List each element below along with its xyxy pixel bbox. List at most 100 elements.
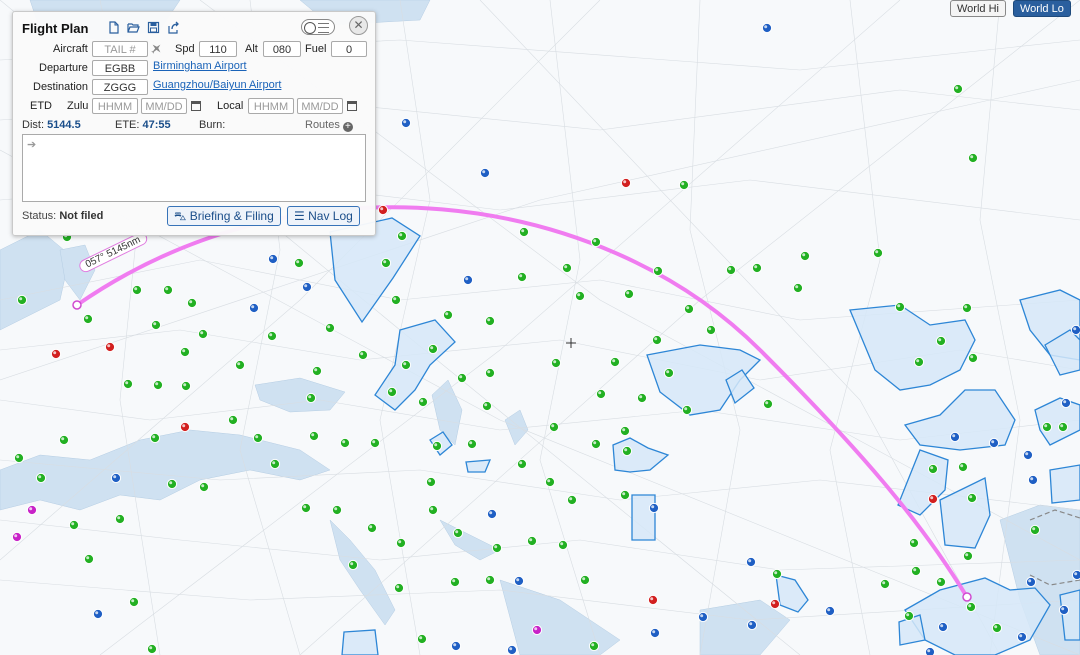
airport-marker[interactable] bbox=[1070, 324, 1080, 336]
airport-marker[interactable] bbox=[579, 574, 591, 586]
airport-marker[interactable] bbox=[357, 349, 369, 361]
airport-marker[interactable] bbox=[68, 519, 80, 531]
airport-marker[interactable] bbox=[311, 365, 323, 377]
airport-marker[interactable] bbox=[595, 388, 607, 400]
airport-marker[interactable] bbox=[427, 504, 439, 516]
airport-marker[interactable] bbox=[466, 438, 478, 450]
airport-marker[interactable] bbox=[400, 359, 412, 371]
airport-marker[interactable] bbox=[879, 578, 891, 590]
departure-point[interactable] bbox=[72, 300, 82, 310]
airport-marker[interactable] bbox=[636, 392, 648, 404]
save-icon[interactable] bbox=[147, 21, 160, 34]
airport-marker[interactable] bbox=[324, 322, 336, 334]
airport-marker[interactable] bbox=[198, 481, 210, 493]
airport-marker[interactable] bbox=[149, 432, 161, 444]
folder-open-icon[interactable] bbox=[127, 21, 140, 34]
airport-marker[interactable] bbox=[146, 643, 158, 655]
airport-marker[interactable] bbox=[988, 437, 1000, 449]
aircraft-input[interactable]: TAIL # bbox=[92, 41, 148, 57]
airport-marker[interactable] bbox=[366, 522, 378, 534]
airport-marker[interactable] bbox=[548, 421, 560, 433]
airport-marker[interactable] bbox=[150, 319, 162, 331]
routes-button[interactable]: Routes + bbox=[305, 119, 353, 132]
airport-marker[interactable] bbox=[621, 445, 633, 457]
airport-marker[interactable] bbox=[396, 230, 408, 242]
airport-marker[interactable] bbox=[197, 328, 209, 340]
airport-marker[interactable] bbox=[705, 324, 717, 336]
airport-marker[interactable] bbox=[305, 392, 317, 404]
airport-marker[interactable] bbox=[462, 274, 474, 286]
local-time-input[interactable]: HHMM bbox=[248, 98, 294, 114]
airport-marker[interactable] bbox=[1025, 576, 1037, 588]
airport-marker[interactable] bbox=[1057, 421, 1069, 433]
airport-marker[interactable] bbox=[331, 504, 343, 516]
airport-marker[interactable] bbox=[369, 437, 381, 449]
airport-marker[interactable] bbox=[252, 432, 264, 444]
airport-marker[interactable] bbox=[516, 271, 528, 283]
airport-marker[interactable] bbox=[824, 605, 836, 617]
airport-marker[interactable] bbox=[799, 250, 811, 262]
airport-marker[interactable] bbox=[526, 535, 538, 547]
airport-marker[interactable] bbox=[82, 313, 94, 325]
airport-marker[interactable] bbox=[516, 458, 528, 470]
airport-marker[interactable] bbox=[1016, 631, 1028, 643]
airport-marker[interactable] bbox=[481, 400, 493, 412]
airport-marker[interactable] bbox=[620, 177, 632, 189]
airport-marker[interactable] bbox=[937, 621, 949, 633]
airport-marker[interactable] bbox=[652, 265, 664, 277]
airport-marker[interactable] bbox=[965, 601, 977, 613]
airport-marker[interactable] bbox=[908, 537, 920, 549]
airport-marker[interactable] bbox=[619, 489, 631, 501]
airport-marker[interactable] bbox=[506, 644, 518, 655]
airport-marker[interactable] bbox=[745, 556, 757, 568]
airport-marker[interactable] bbox=[619, 425, 631, 437]
airport-marker[interactable] bbox=[681, 404, 693, 416]
airport-marker[interactable] bbox=[927, 493, 939, 505]
airport-marker[interactable] bbox=[957, 461, 969, 473]
airport-marker[interactable] bbox=[761, 22, 773, 34]
airport-marker[interactable] bbox=[427, 343, 439, 355]
airport-marker[interactable] bbox=[227, 414, 239, 426]
airport-marker[interactable] bbox=[16, 294, 28, 306]
airport-marker[interactable] bbox=[35, 472, 47, 484]
airport-marker[interactable] bbox=[966, 492, 978, 504]
airport-marker[interactable] bbox=[484, 367, 496, 379]
airport-marker[interactable] bbox=[1022, 449, 1034, 461]
airport-marker[interactable] bbox=[651, 334, 663, 346]
airport-marker[interactable] bbox=[1060, 397, 1072, 409]
destination-point[interactable] bbox=[962, 592, 972, 602]
airport-marker[interactable] bbox=[590, 236, 602, 248]
airport-marker[interactable] bbox=[574, 290, 586, 302]
airport-marker[interactable] bbox=[962, 550, 974, 562]
airport-marker[interactable] bbox=[417, 396, 429, 408]
airport-marker[interactable] bbox=[590, 438, 602, 450]
airport-marker[interactable] bbox=[872, 247, 884, 259]
airport-marker[interactable] bbox=[683, 303, 695, 315]
share-icon[interactable] bbox=[167, 21, 180, 34]
airport-marker[interactable] bbox=[588, 640, 600, 652]
toggle-switch[interactable] bbox=[301, 19, 335, 35]
airport-marker[interactable] bbox=[550, 357, 562, 369]
airport-marker[interactable] bbox=[110, 472, 122, 484]
airport-marker[interactable] bbox=[162, 284, 174, 296]
airport-marker[interactable] bbox=[991, 622, 1003, 634]
airport-marker[interactable] bbox=[179, 421, 191, 433]
airport-marker[interactable] bbox=[425, 476, 437, 488]
airport-marker[interactable] bbox=[308, 430, 320, 442]
airport-marker[interactable] bbox=[179, 346, 191, 358]
airport-marker[interactable] bbox=[26, 504, 38, 516]
airport-marker[interactable] bbox=[449, 576, 461, 588]
airport-marker[interactable] bbox=[293, 257, 305, 269]
airport-marker[interactable] bbox=[513, 575, 525, 587]
airport-marker[interactable] bbox=[566, 494, 578, 506]
airport-marker[interactable] bbox=[58, 434, 70, 446]
airport-marker[interactable] bbox=[771, 568, 783, 580]
airport-marker[interactable] bbox=[180, 380, 192, 392]
calendar-icon[interactable] bbox=[347, 101, 357, 111]
airport-marker[interactable] bbox=[1041, 421, 1053, 433]
departure-airport-link[interactable]: Birmingham Airport bbox=[153, 60, 247, 72]
airport-marker[interactable] bbox=[910, 565, 922, 577]
airport-marker[interactable] bbox=[400, 117, 412, 129]
departure-input[interactable]: EGBB bbox=[92, 60, 148, 76]
airport-marker[interactable] bbox=[1029, 524, 1041, 536]
